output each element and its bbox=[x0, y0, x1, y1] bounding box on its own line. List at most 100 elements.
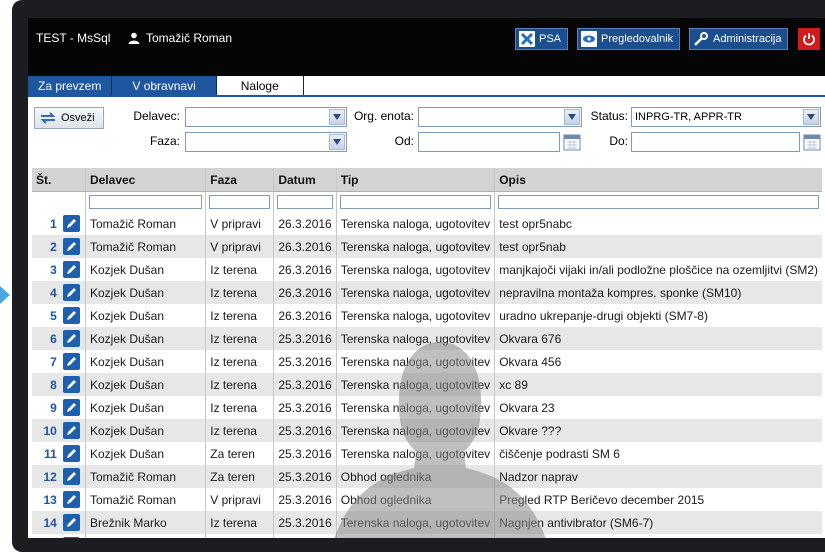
main-tabs: Za prevzem V obravnavi Naloge bbox=[28, 76, 304, 96]
row-worker: Kozjek Dušan bbox=[84, 258, 206, 281]
edit-button[interactable] bbox=[60, 442, 86, 465]
edit-button[interactable] bbox=[60, 534, 86, 538]
table-row[interactable]: 6 Kozjek Dušan Iz terena 25.3.2016 Terenska … bbox=[32, 327, 822, 350]
edit-button[interactable] bbox=[60, 396, 86, 419]
table-row[interactable]: 2 Tomažič Roman V pripravi 26.3.2016 Terensk… bbox=[32, 235, 822, 258]
edit-icon[interactable] bbox=[62, 330, 80, 347]
row-worker: Kozjek Dušan bbox=[84, 373, 206, 396]
tab-v-obravnavi[interactable]: V obravnavi bbox=[112, 76, 217, 96]
table-row[interactable]: 5 Kozjek Dušan Iz terena 26.3.2016 Terenska … bbox=[32, 304, 822, 327]
row-worker: Kozjek Dušan bbox=[84, 534, 206, 538]
column-header-description[interactable]: Opis bbox=[494, 168, 822, 192]
row-worker: Kozjek Dušan bbox=[84, 327, 206, 350]
calendar-icon[interactable] bbox=[803, 133, 821, 151]
date-to-input[interactable] bbox=[631, 132, 800, 152]
row-phase: Iz terena bbox=[205, 396, 274, 419]
row-phase: Iz terena bbox=[205, 281, 274, 304]
edit-icon[interactable] bbox=[62, 261, 80, 278]
worker-select[interactable] bbox=[185, 107, 347, 127]
current-user: Tomažič Roman bbox=[128, 31, 232, 45]
column-header-number[interactable]: Št. bbox=[32, 168, 61, 192]
table-row[interactable]: 3 Kozjek Dušan Iz terena 26.3.2016 Terenska … bbox=[32, 258, 822, 281]
wrench-icon bbox=[693, 31, 709, 47]
table-row[interactable]: 15 Kozjek DušanIz terena22.3.2016Terenska… bbox=[32, 534, 822, 538]
status-select[interactable]: INPRG-TR, APPR-TR bbox=[631, 107, 821, 127]
row-worker: Kozjek Dušan bbox=[84, 350, 206, 373]
edit-button[interactable] bbox=[60, 488, 86, 511]
date-from-input[interactable] bbox=[418, 132, 560, 152]
table-row[interactable]: 10 Kozjek Dušan Iz terena 25.3.2016 Terenska… bbox=[32, 419, 822, 442]
row-date: 25.3.2016 bbox=[273, 488, 337, 511]
administration-button[interactable]: Administracija bbox=[689, 28, 789, 50]
edit-button[interactable] bbox=[60, 350, 86, 373]
column-header-edit bbox=[60, 168, 86, 192]
edit-icon[interactable] bbox=[62, 376, 80, 393]
row-date: 26.3.2016 bbox=[273, 212, 337, 235]
edit-button[interactable] bbox=[60, 258, 86, 281]
table-row[interactable]: 7 Kozjek Dušan Iz terena 25.3.2016 Terenska … bbox=[32, 350, 822, 373]
edit-icon[interactable] bbox=[62, 445, 80, 462]
row-date: 26.3.2016 bbox=[273, 281, 337, 304]
refresh-button[interactable]: Osveži bbox=[34, 107, 104, 129]
date-column-filter[interactable] bbox=[277, 195, 333, 209]
phase-column-filter[interactable] bbox=[209, 195, 271, 209]
tasks-table: Št. Delavec Faza Datum Tip Opis 1 Tomažič… bbox=[32, 168, 822, 538]
edit-button[interactable] bbox=[60, 373, 86, 396]
table-row[interactable]: 1 Tomažič Roman V pripravi 26.3.2016 Terensk… bbox=[32, 212, 822, 235]
row-worker: Kozjek Dušan bbox=[84, 419, 206, 442]
row-type: Terenska naloga, ugotovitev bbox=[335, 419, 495, 442]
edit-button[interactable] bbox=[60, 235, 86, 258]
edit-button[interactable] bbox=[60, 419, 86, 442]
row-phase: Za teren bbox=[205, 442, 274, 465]
chevron-down-icon bbox=[564, 109, 580, 125]
row-phase: Iz terena bbox=[205, 419, 274, 442]
row-type: Terenska naloga, ugotovitev bbox=[335, 511, 495, 534]
edit-button[interactable] bbox=[60, 327, 86, 350]
psa-button[interactable]: PSA bbox=[515, 28, 569, 50]
column-header-worker[interactable]: Delavec bbox=[84, 168, 206, 192]
table-row[interactable]: 13 Tomažič Roman V pripravi 25.3.2016 Obhod … bbox=[32, 488, 822, 511]
edit-icon[interactable] bbox=[62, 537, 80, 538]
administration-label: Administracija bbox=[713, 33, 782, 45]
edit-icon[interactable] bbox=[62, 353, 80, 370]
table-row[interactable]: 9 Kozjek Dušan Iz terena 25.3.2016 Terenska … bbox=[32, 396, 822, 419]
edit-icon[interactable] bbox=[62, 491, 80, 508]
edit-button[interactable] bbox=[60, 212, 86, 235]
column-header-type[interactable]: Tip bbox=[335, 168, 495, 192]
phase-select[interactable] bbox=[185, 132, 347, 152]
edit-button[interactable] bbox=[60, 511, 86, 534]
edit-icon[interactable] bbox=[62, 284, 80, 301]
edit-icon[interactable] bbox=[62, 399, 80, 416]
type-column-filter[interactable] bbox=[339, 195, 492, 209]
logout-button[interactable] bbox=[798, 28, 820, 50]
edit-button[interactable] bbox=[60, 304, 86, 327]
tab-za-prevzem[interactable]: Za prevzem bbox=[28, 76, 113, 96]
row-phase: Iz terena bbox=[205, 304, 274, 327]
column-header-date[interactable]: Datum bbox=[273, 168, 337, 192]
table-row[interactable]: 11 Kozjek Dušan Za teren 25.3.2016 Terenska … bbox=[32, 442, 822, 465]
edit-icon[interactable] bbox=[62, 514, 80, 531]
column-header-phase[interactable]: Faza bbox=[205, 168, 274, 192]
edit-icon[interactable] bbox=[62, 422, 80, 439]
org-unit-select[interactable] bbox=[418, 107, 582, 127]
tab-naloge[interactable]: Naloge bbox=[216, 76, 304, 96]
edit-button[interactable] bbox=[60, 465, 86, 488]
calendar-icon[interactable] bbox=[563, 133, 581, 151]
row-description: Okvare ??? bbox=[494, 419, 822, 442]
row-date: 25.3.2016 bbox=[273, 327, 337, 350]
edit-icon[interactable] bbox=[62, 468, 80, 485]
edit-icon[interactable] bbox=[62, 307, 80, 324]
edit-button[interactable] bbox=[60, 281, 86, 304]
table-row[interactable]: 12 Tomažič Roman Za teren 25.3.2016 Obhod og… bbox=[32, 465, 822, 488]
row-description: Nagnjen antivibrator (SM6-7) bbox=[494, 511, 822, 534]
worker-column-filter[interactable] bbox=[88, 195, 203, 209]
edit-icon[interactable] bbox=[62, 215, 80, 232]
viewer-button[interactable]: Pregledovalnik bbox=[577, 28, 681, 50]
row-number: 14 bbox=[32, 511, 61, 534]
table-row[interactable]: 14 Brežnik Marko Iz terena 25.3.2016 Terensk… bbox=[32, 511, 822, 534]
status-select-value: INPRG-TR, APPR-TR bbox=[635, 111, 742, 123]
table-row[interactable]: 8 Kozjek Dušan Iz terena 25.3.2016 Terenska … bbox=[32, 373, 822, 396]
description-column-filter[interactable] bbox=[498, 195, 819, 209]
edit-icon[interactable] bbox=[62, 238, 80, 255]
table-row[interactable]: 4 Kozjek Dušan Iz terena 26.3.2016 Terenska … bbox=[32, 281, 822, 304]
